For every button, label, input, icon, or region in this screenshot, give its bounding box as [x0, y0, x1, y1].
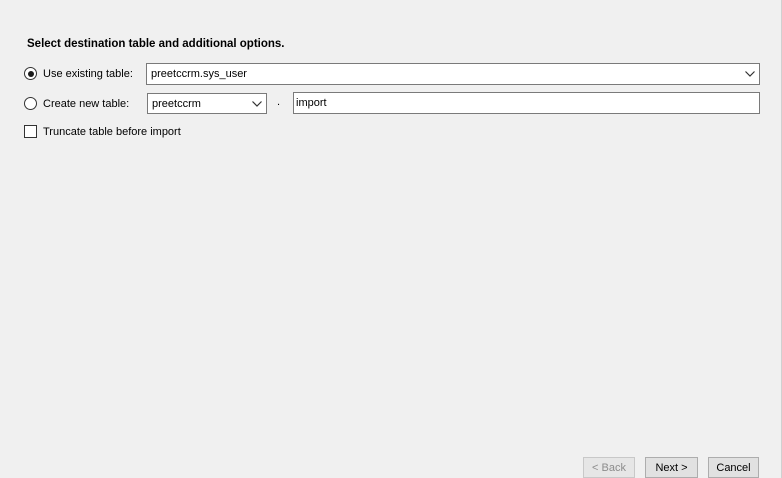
- chevron-down-icon: [741, 65, 759, 83]
- existing-table-value: preetccrm.sys_user: [151, 68, 247, 80]
- page-heading: Select destination table and additional …: [27, 38, 285, 50]
- cancel-button[interactable]: Cancel: [708, 457, 759, 478]
- truncate-option[interactable]: Truncate table before import: [24, 125, 181, 138]
- new-table-name-input[interactable]: import: [293, 92, 760, 114]
- schema-combo[interactable]: preetccrm: [147, 93, 267, 114]
- import-wizard-dialog: Select destination table and additional …: [0, 0, 782, 478]
- schema-value: preetccrm: [152, 97, 201, 110]
- chevron-down-icon: [248, 95, 266, 113]
- existing-table-combo[interactable]: preetccrm.sys_user: [146, 63, 760, 85]
- create-new-radio[interactable]: [24, 97, 37, 110]
- create-new-label: Create new table:: [43, 97, 130, 110]
- back-button[interactable]: < Back: [583, 457, 635, 478]
- truncate-checkbox[interactable]: [24, 125, 37, 138]
- truncate-label: Truncate table before import: [43, 125, 181, 138]
- use-existing-option[interactable]: Use existing table:: [24, 67, 133, 80]
- use-existing-label: Use existing table:: [43, 67, 133, 80]
- use-existing-radio[interactable]: [24, 67, 37, 80]
- next-button[interactable]: Next >: [645, 457, 698, 478]
- schema-separator: .: [277, 96, 281, 108]
- create-new-option[interactable]: Create new table:: [24, 97, 129, 110]
